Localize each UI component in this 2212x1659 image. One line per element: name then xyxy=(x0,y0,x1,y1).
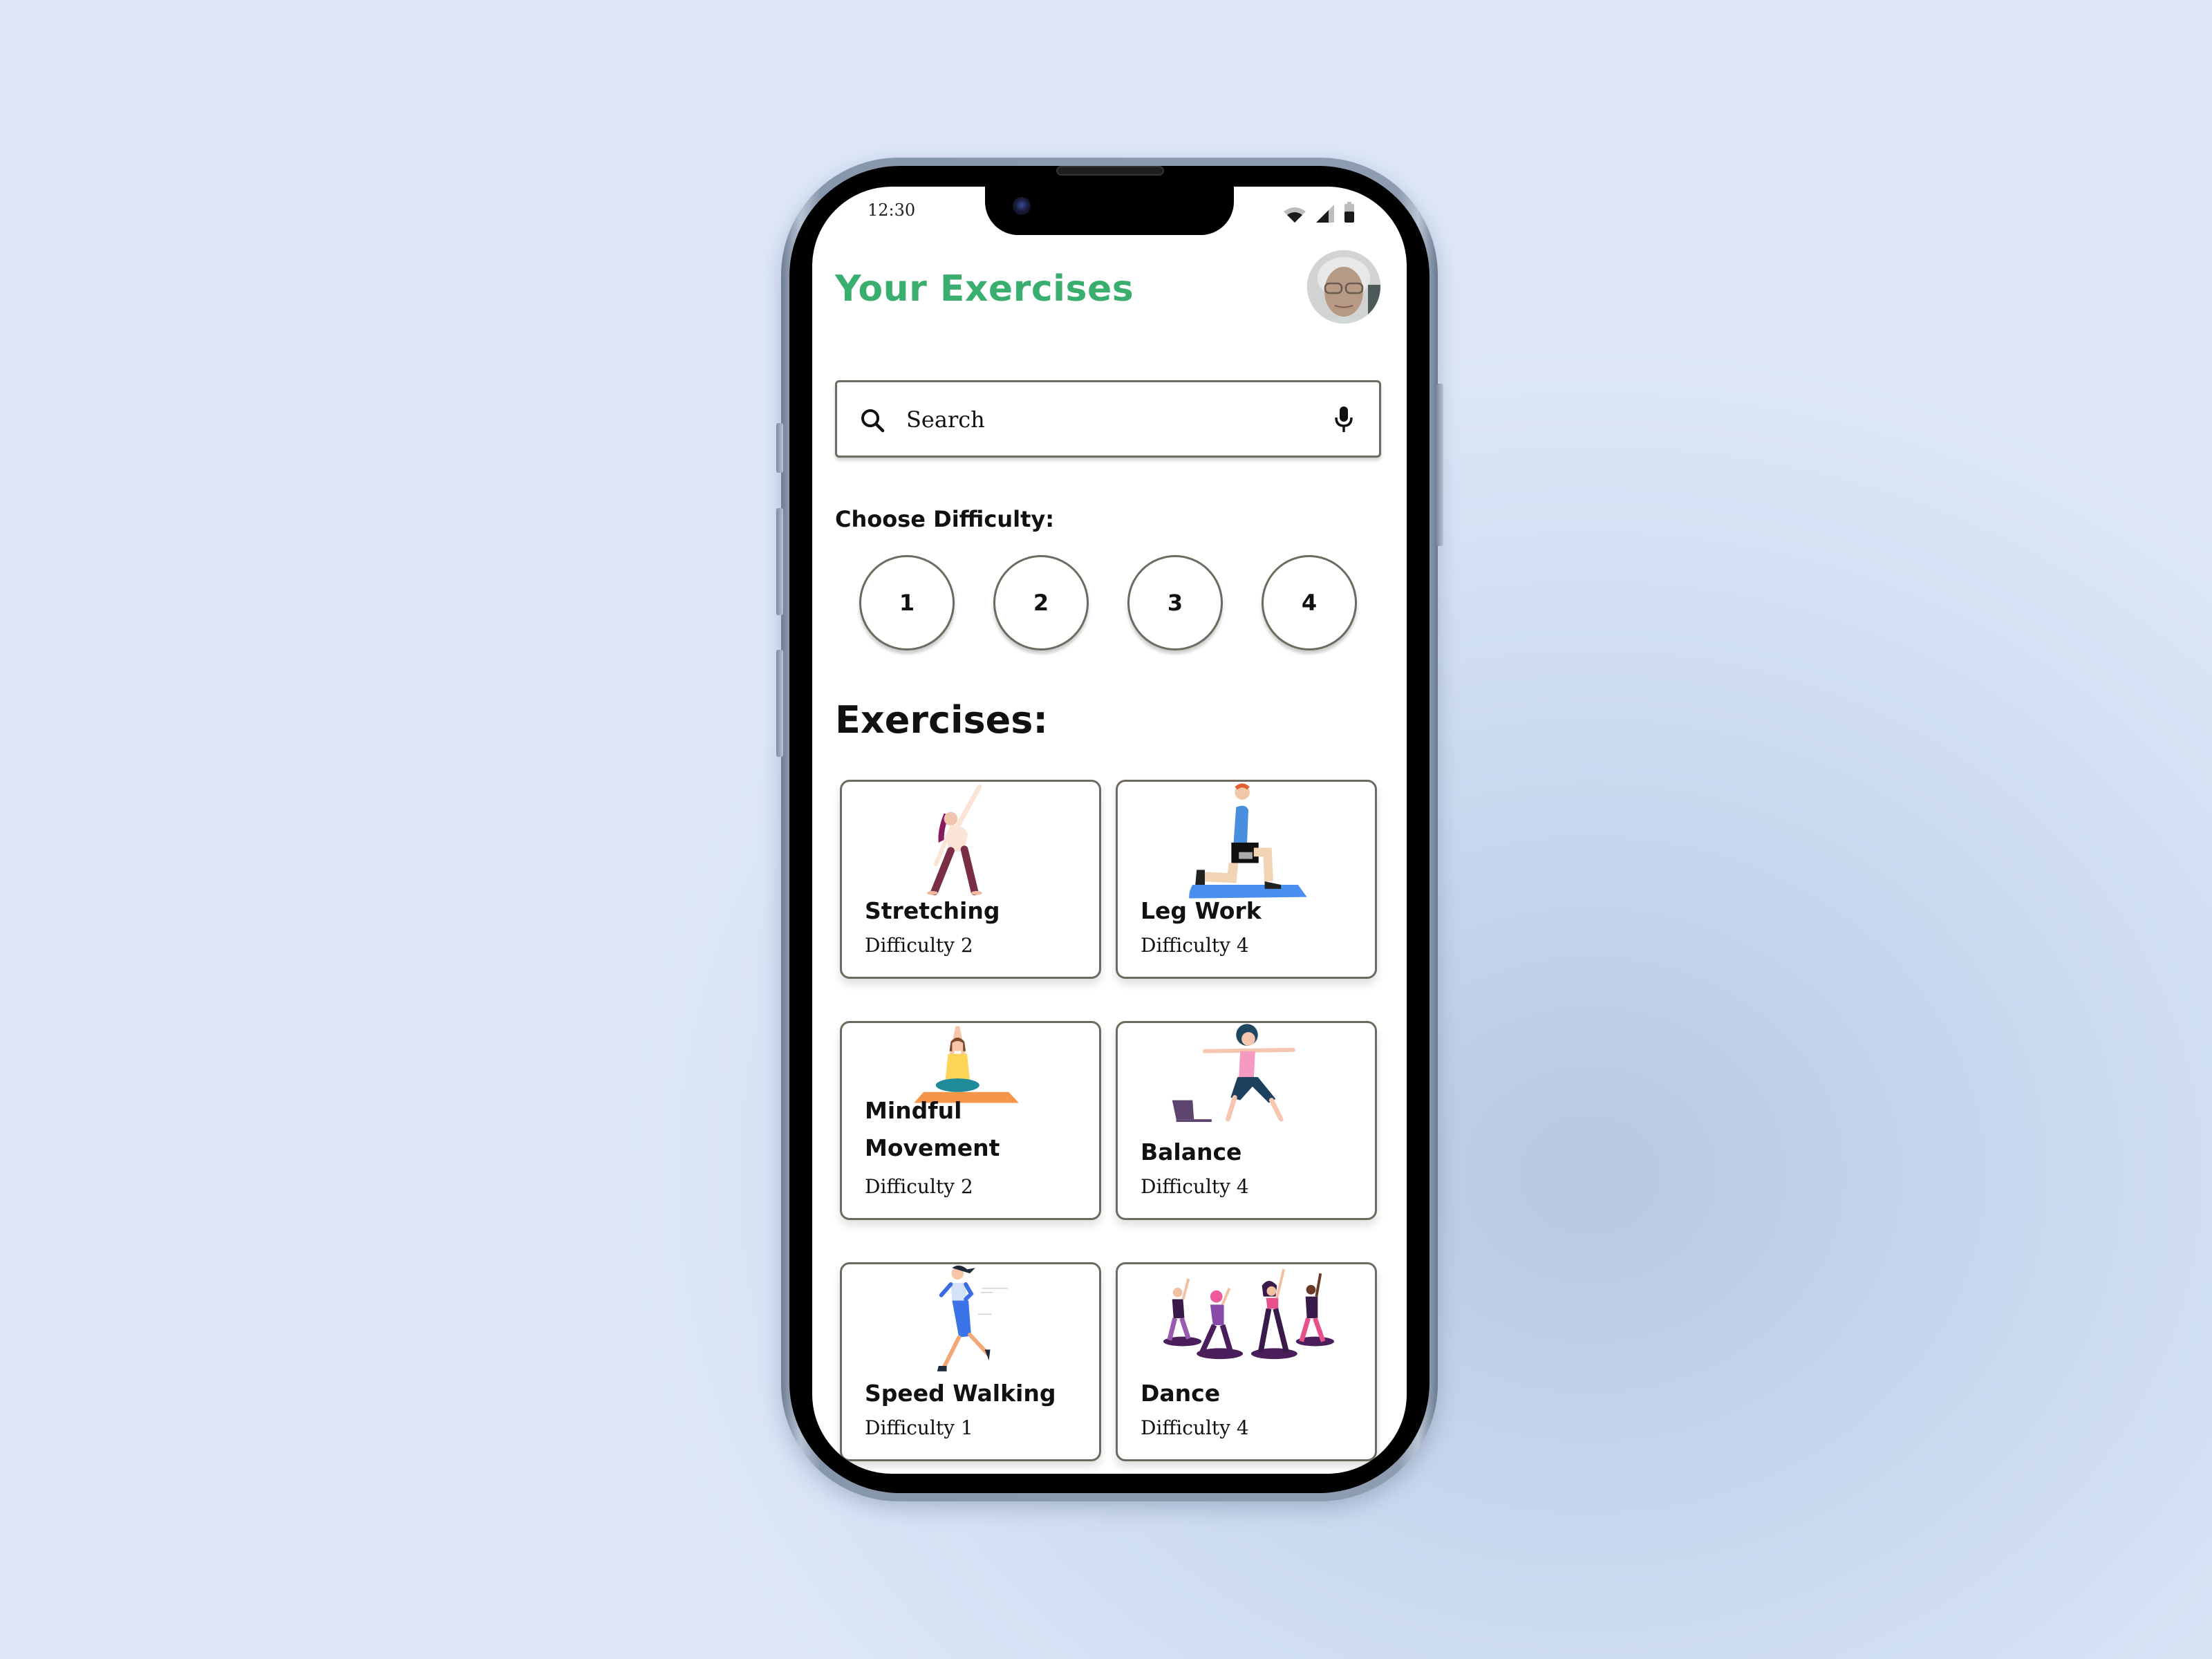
exercise-card-stretching[interactable]: Stretching Difficulty 2 xyxy=(840,780,1101,979)
exercise-card-mindful-movement[interactable]: Mindful Movement Difficulty 2 xyxy=(840,1021,1101,1220)
exercise-name-line1: Mindful xyxy=(865,1097,962,1124)
exercise-name: Mindful Movement xyxy=(865,1092,1000,1167)
power-button xyxy=(1436,384,1443,546)
app-screen: 12:30 Your Exercises Search Choose Diffi… xyxy=(812,187,1407,1474)
search-input[interactable] xyxy=(906,399,1293,440)
avatar[interactable] xyxy=(1307,250,1380,324)
dancer-4 xyxy=(1299,1273,1326,1342)
wifi-icon xyxy=(1284,207,1306,223)
exercise-card-dance[interactable]: Dance Difficulty 4 xyxy=(1116,1262,1377,1461)
exercise-name: Dance xyxy=(1141,1380,1221,1407)
exercise-name-line2: Movement xyxy=(865,1134,1000,1161)
difficulty-button-4[interactable]: 4 xyxy=(1262,555,1357,650)
battery-icon xyxy=(1344,202,1354,223)
exercise-name: Speed Walking xyxy=(865,1380,1056,1407)
exercise-card-balance[interactable]: Balance Difficulty 4 xyxy=(1116,1021,1377,1220)
action-button xyxy=(776,423,783,473)
volume-down-button xyxy=(776,650,783,757)
volume-up-button xyxy=(776,508,783,615)
exercises-heading: Exercises: xyxy=(835,698,1048,742)
difficulty-button-1[interactable]: 1 xyxy=(859,555,955,650)
avatar-photo xyxy=(1307,250,1380,324)
exercise-difficulty: Difficulty 4 xyxy=(1141,1175,1249,1198)
front-camera xyxy=(1013,197,1031,215)
exercise-difficulty: Difficulty 2 xyxy=(865,934,973,957)
dancer-3 xyxy=(1257,1268,1289,1353)
status-icons xyxy=(1283,202,1355,223)
exercise-card-leg-work[interactable]: Leg Work Difficulty 4 xyxy=(1116,780,1377,979)
exercise-difficulty: Difficulty 4 xyxy=(1141,934,1249,957)
status-time: 12:30 xyxy=(868,200,916,220)
microphone-icon[interactable] xyxy=(1335,406,1353,433)
stretching-illustration xyxy=(927,784,982,896)
search-bar xyxy=(835,380,1381,458)
difficulty-button-3[interactable]: 3 xyxy=(1127,555,1223,650)
exercise-card-speed-walking[interactable]: Speed Walking Difficulty 1 xyxy=(840,1262,1101,1461)
choose-difficulty-label: Choose Difficulty: xyxy=(835,506,1055,532)
dancer-2 xyxy=(1199,1288,1234,1353)
exercise-difficulty: Difficulty 2 xyxy=(865,1175,973,1198)
exercise-name: Leg Work xyxy=(1141,897,1262,924)
walking-illustration xyxy=(937,1265,1009,1371)
dance-illustration xyxy=(1163,1268,1334,1360)
exercise-name: Balance xyxy=(1141,1138,1242,1165)
dancer-1 xyxy=(1167,1278,1191,1341)
exercise-difficulty: Difficulty 1 xyxy=(865,1416,973,1439)
earpiece-speaker xyxy=(1056,166,1164,176)
exercise-difficulty: Difficulty 4 xyxy=(1141,1416,1249,1439)
balance-illustration xyxy=(1172,1024,1295,1123)
signal-icon xyxy=(1316,205,1334,223)
difficulty-button-2[interactable]: 2 xyxy=(993,555,1089,650)
page-title: Your Exercises xyxy=(835,268,1134,310)
search-icon[interactable] xyxy=(859,407,887,435)
lunge-illustration xyxy=(1189,783,1307,899)
exercise-name: Stretching xyxy=(865,897,1000,924)
